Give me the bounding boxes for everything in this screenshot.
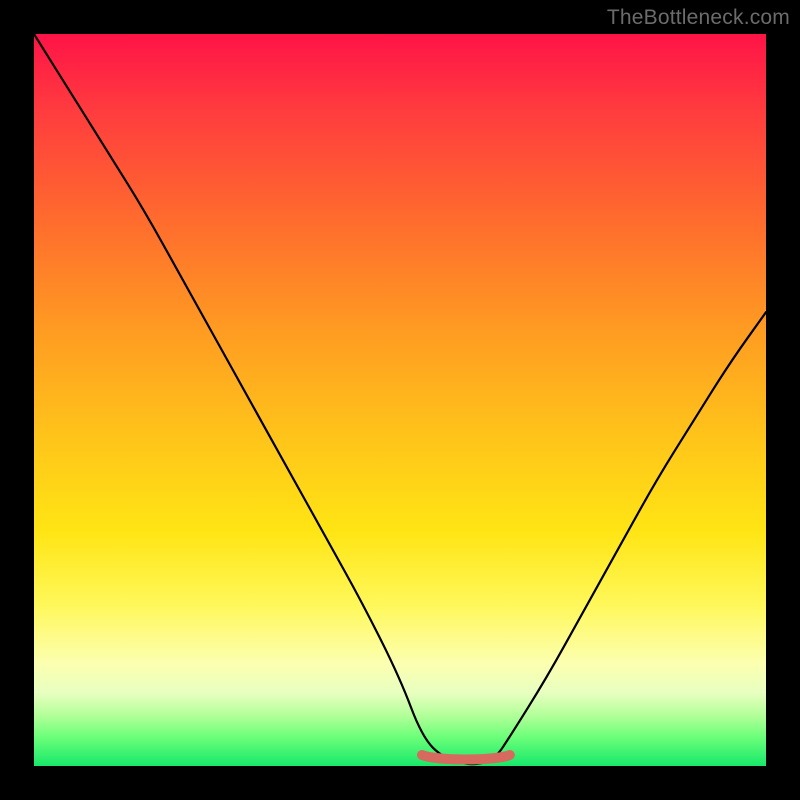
plot-area — [34, 34, 766, 766]
watermark-text: TheBottleneck.com — [607, 6, 790, 30]
bottleneck-curve — [34, 34, 766, 766]
curve-path — [34, 34, 766, 764]
flat-segment — [422, 755, 510, 760]
chart-frame: TheBottleneck.com — [0, 0, 800, 800]
